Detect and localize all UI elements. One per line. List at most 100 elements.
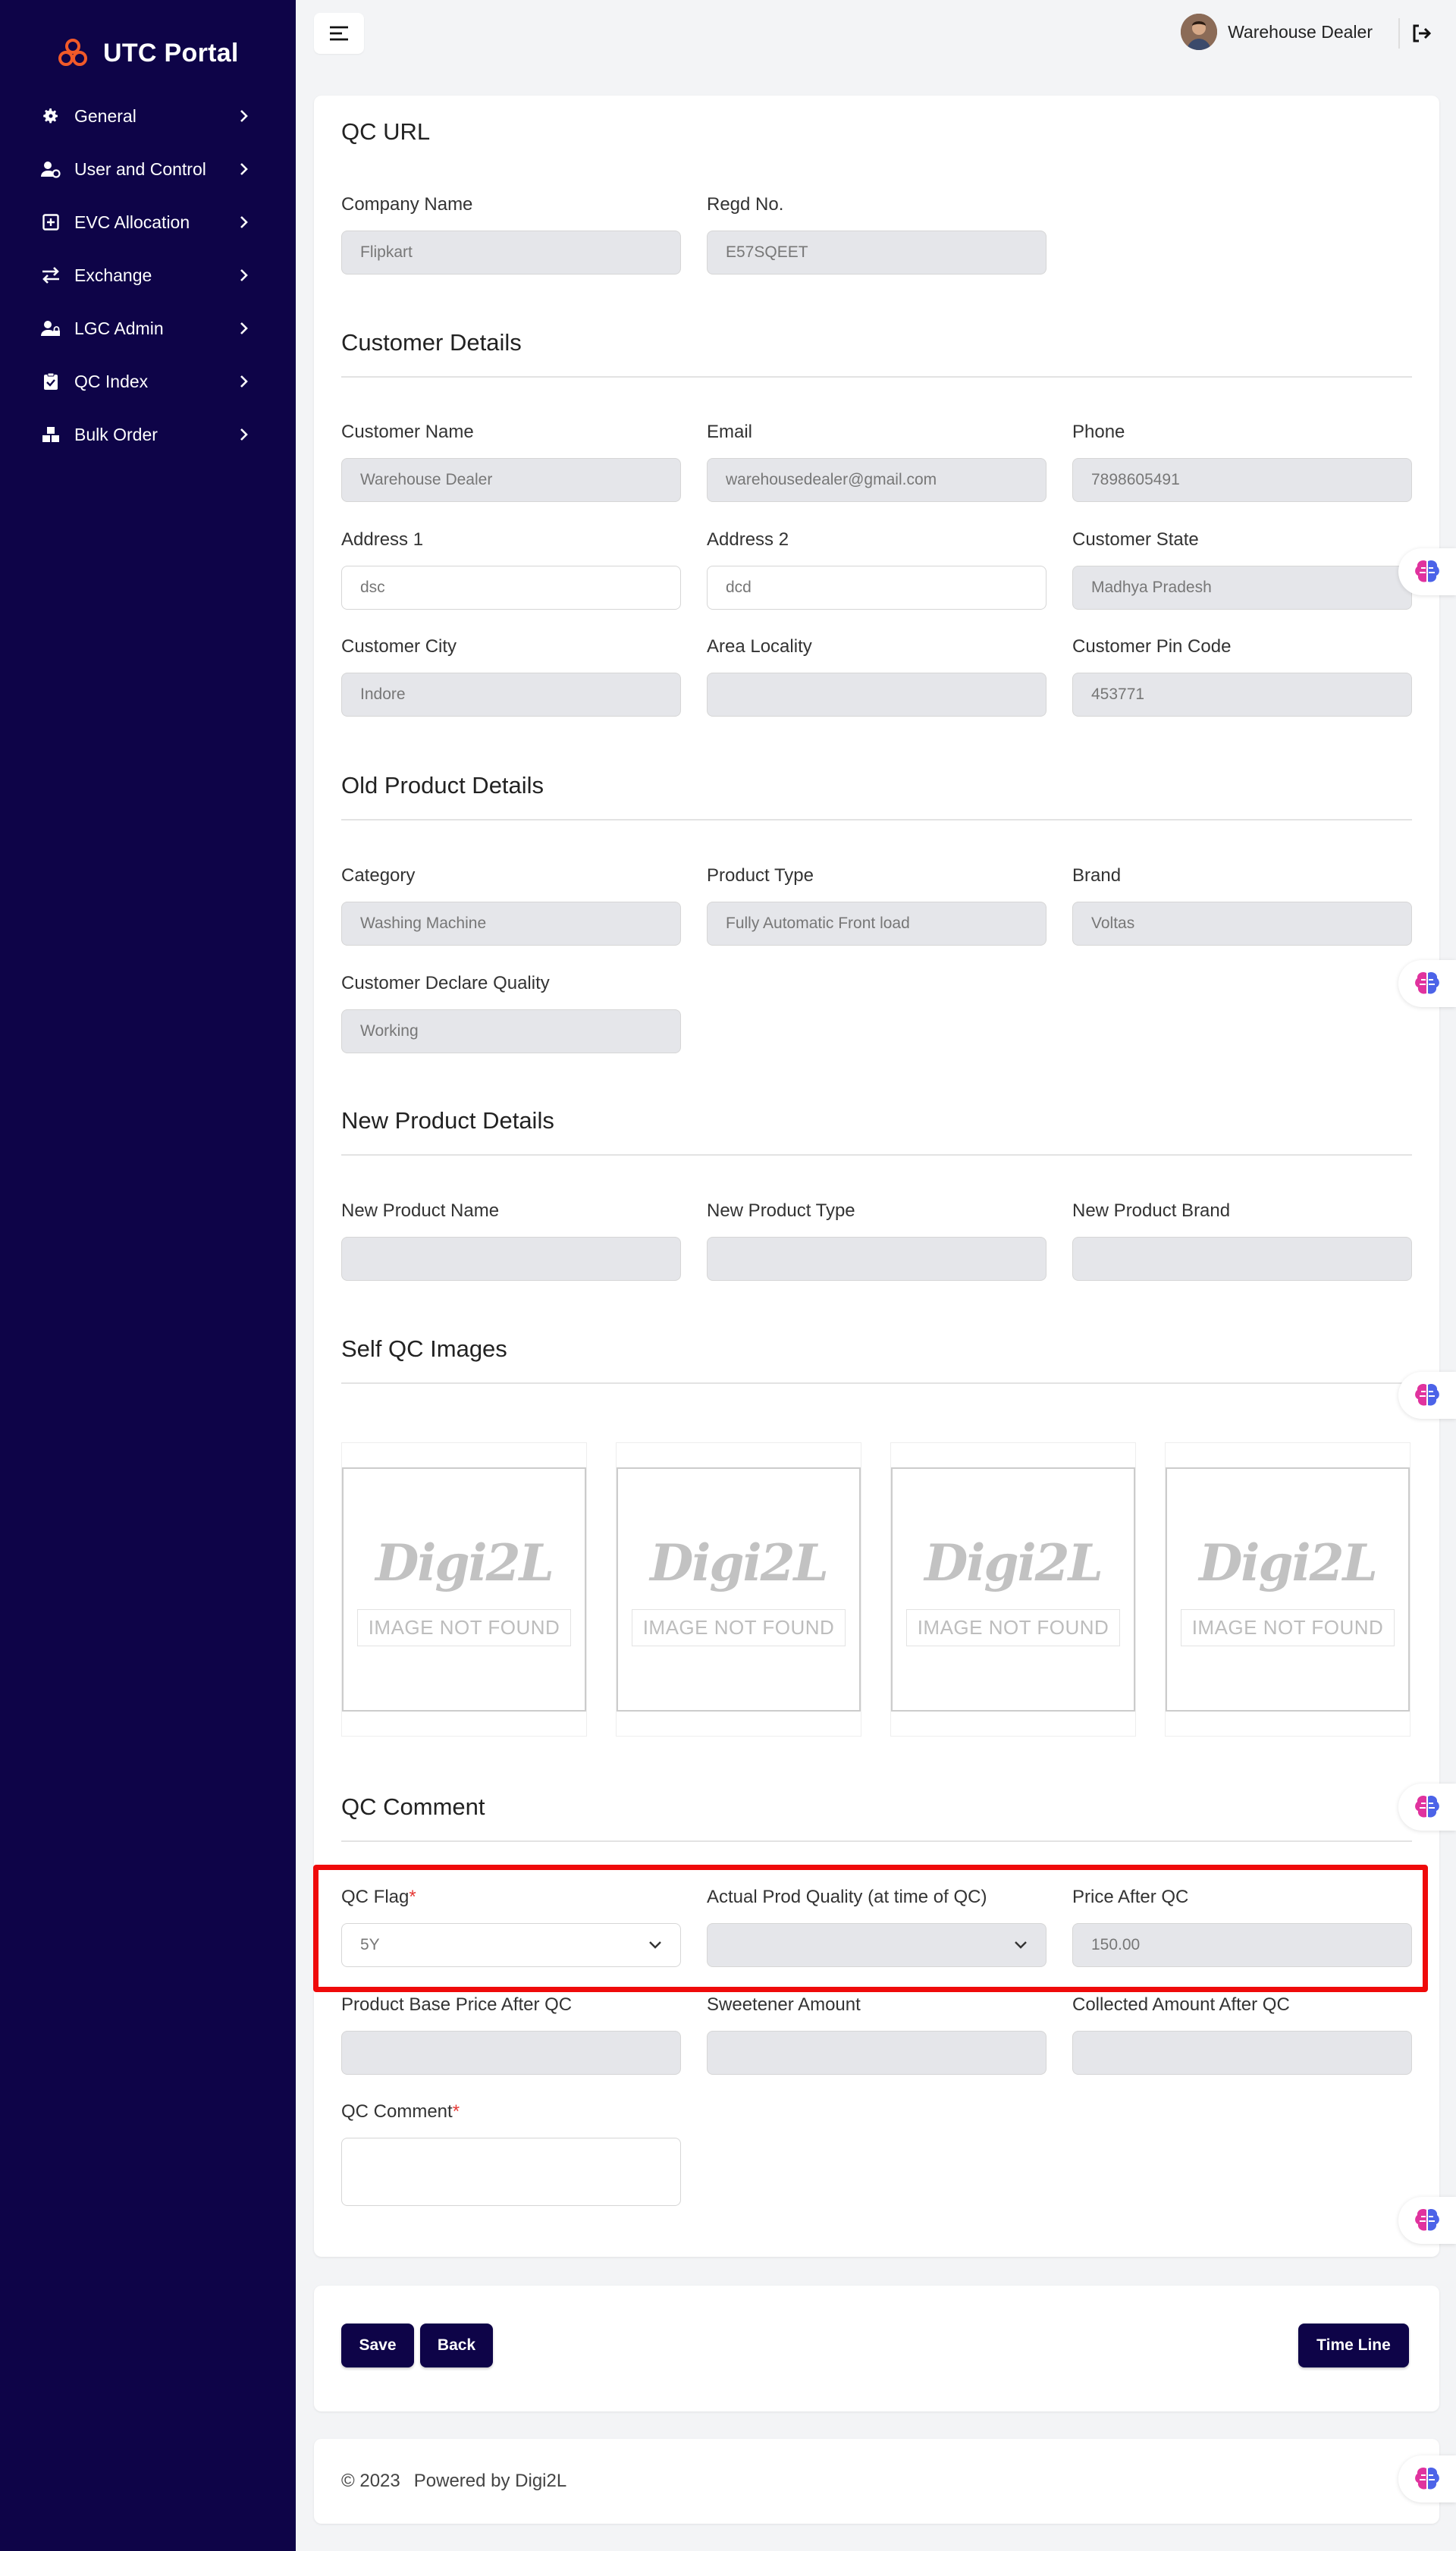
section-title-customer: Customer Details (341, 329, 522, 356)
sidebar-item-evc-allocation[interactable]: EVC Allocation (0, 196, 296, 249)
brand[interactable]: UTC Portal (0, 0, 296, 76)
qc-image-4[interactable]: Digi2L IMAGE NOT FOUND (1165, 1442, 1410, 1737)
field-label: Actual Prod Quality (at time of QC) (707, 1887, 987, 1907)
sidebar-item-label: EVC Allocation (74, 212, 190, 232)
customer-name-input[interactable]: Warehouse Dealer (341, 458, 681, 502)
sidebar-item-bulk-order[interactable]: Bulk Order (0, 408, 296, 461)
new-product-brand-field: New Product Brand (1072, 1200, 1412, 1281)
exchange-arrows-icon (41, 265, 61, 285)
save-button[interactable]: Save (341, 2324, 414, 2367)
email-field: Email warehousedealer@gmail.com (707, 422, 1046, 502)
field-label: New Product Name (341, 1200, 500, 1221)
timeline-button[interactable]: Time Line (1298, 2324, 1409, 2367)
brand-logo-icon (58, 39, 87, 66)
sidebar-item-user-and-control[interactable]: User and Control (0, 143, 296, 196)
action-bar: Save Back Time Line (314, 2286, 1439, 2411)
qc-form-card: QC URL Company Name Flipkart Regd No. E5… (314, 96, 1439, 2257)
section-title-self-qc-images: Self QC Images (341, 1335, 507, 1362)
new-product-type-field: New Product Type (707, 1200, 1046, 1281)
field-label: Email (707, 422, 753, 442)
qc-comment-field: QC Comment* (341, 2101, 681, 2206)
category-input[interactable]: Washing Machine (341, 902, 681, 946)
price-after-qc-field: Price After QC 150.00 (1072, 1887, 1412, 1967)
brain-icon (1415, 971, 1439, 994)
field-label: Customer Name (341, 422, 474, 442)
qc-image-1[interactable]: Digi2L IMAGE NOT FOUND (341, 1442, 587, 1737)
actual-quality-select[interactable] (707, 1923, 1046, 1967)
field-label: Phone (1072, 422, 1125, 442)
sidebar-item-general[interactable]: General (0, 89, 296, 143)
sidebar-item-label: General (74, 105, 136, 126)
image-placeholder: Digi2L IMAGE NOT FOUND (891, 1467, 1135, 1712)
image-not-found-text: IMAGE NOT FOUND (905, 1608, 1121, 1646)
customer-city-input[interactable]: Indore (341, 673, 681, 717)
area-locality-input[interactable] (707, 673, 1046, 717)
customer-name-field: Customer Name Warehouse Dealer (341, 422, 681, 502)
qc-image-2[interactable]: Digi2L IMAGE NOT FOUND (616, 1442, 861, 1737)
new-product-brand-input[interactable] (1072, 1237, 1412, 1281)
declared-quality-input[interactable]: Working (341, 1009, 681, 1053)
section-divider (341, 1154, 1412, 1156)
customer-state-field: Customer State Madhya Pradesh (1072, 529, 1412, 610)
pin-code-input[interactable]: 453771 (1072, 673, 1412, 717)
qc-comment-textarea[interactable] (341, 2138, 681, 2206)
field-label: Collected Amount After QC (1072, 1994, 1290, 2015)
qc-flag-select[interactable]: 5Y (341, 1923, 681, 1967)
placeholder-logo: Digi2L (924, 1533, 1103, 1592)
field-label: New Product Type (707, 1200, 855, 1221)
customer-city-field: Customer City Indore (341, 636, 681, 717)
placeholder-logo: Digi2L (1199, 1533, 1378, 1592)
qc-comment-label: QC Comment (341, 2101, 453, 2122)
declared-quality-field: Customer Declare Quality Working (341, 973, 681, 1053)
image-placeholder: Digi2L IMAGE NOT FOUND (617, 1467, 861, 1712)
section-divider (341, 1382, 1412, 1384)
actual-quality-field: Actual Prod Quality (at time of QC) (707, 1887, 1046, 1967)
field-label: Product Type (707, 865, 814, 886)
brand-name: UTC Portal (103, 38, 239, 67)
assistant-float-button[interactable] (1398, 960, 1456, 1007)
assistant-float-button[interactable] (1398, 1372, 1456, 1419)
field-label: Company Name (341, 194, 473, 215)
chevron-right-icon (240, 375, 248, 388)
new-product-name-input[interactable] (341, 1237, 681, 1281)
base-price-input[interactable] (341, 2031, 681, 2075)
chevron-right-icon (240, 269, 248, 281)
phone-input[interactable]: 7898605491 (1072, 458, 1412, 502)
boxes-icon (41, 425, 61, 444)
sidebar-item-label: QC Index (74, 371, 149, 391)
brand-input[interactable]: Voltas (1072, 902, 1412, 946)
new-product-name-field: New Product Name (341, 1200, 681, 1281)
sweetener-input[interactable] (707, 2031, 1046, 2075)
sidebar-item-label: User and Control (74, 158, 206, 179)
email-input[interactable]: warehousedealer@gmail.com (707, 458, 1046, 502)
sweetener-field: Sweetener Amount (707, 1994, 1046, 2075)
assistant-float-button[interactable] (1398, 1784, 1456, 1831)
assistant-float-button[interactable] (1398, 548, 1456, 595)
collected-amount-input[interactable] (1072, 2031, 1412, 2075)
assistant-float-button[interactable] (1398, 2197, 1456, 2244)
address2-input[interactable]: dcd (707, 566, 1046, 610)
chevron-right-icon (240, 110, 248, 122)
back-button[interactable]: Back (420, 2324, 493, 2367)
section-title-old-product: Old Product Details (341, 772, 544, 799)
sidebar-item-qc-index[interactable]: QC Index (0, 355, 296, 408)
copyright-text: © 2023 (341, 2471, 400, 2491)
menu-toggle-button[interactable] (314, 13, 364, 54)
placeholder-logo: Digi2L (375, 1533, 554, 1592)
user-lock-icon (41, 318, 61, 338)
product-type-input[interactable]: Fully Automatic Front load (707, 902, 1046, 946)
logout-icon[interactable] (1410, 23, 1432, 44)
sidebar-item-exchange[interactable]: Exchange (0, 249, 296, 302)
new-product-type-input[interactable] (707, 1237, 1046, 1281)
avatar (1181, 14, 1218, 50)
regd-no-input[interactable]: E57SQEET (707, 231, 1046, 275)
company-name-input[interactable]: Flipkart (341, 231, 681, 275)
address1-input[interactable]: dsc (341, 566, 681, 610)
field-label: Category (341, 865, 416, 886)
customer-state-input[interactable]: Madhya Pradesh (1072, 566, 1412, 610)
sidebar-item-lgc-admin[interactable]: LGC Admin (0, 302, 296, 355)
user-menu[interactable]: Warehouse Dealer (1181, 14, 1373, 50)
assistant-float-button[interactable] (1398, 2455, 1456, 2502)
price-after-qc-input[interactable]: 150.00 (1072, 1923, 1412, 1967)
qc-image-3[interactable]: Digi2L IMAGE NOT FOUND (890, 1442, 1136, 1737)
